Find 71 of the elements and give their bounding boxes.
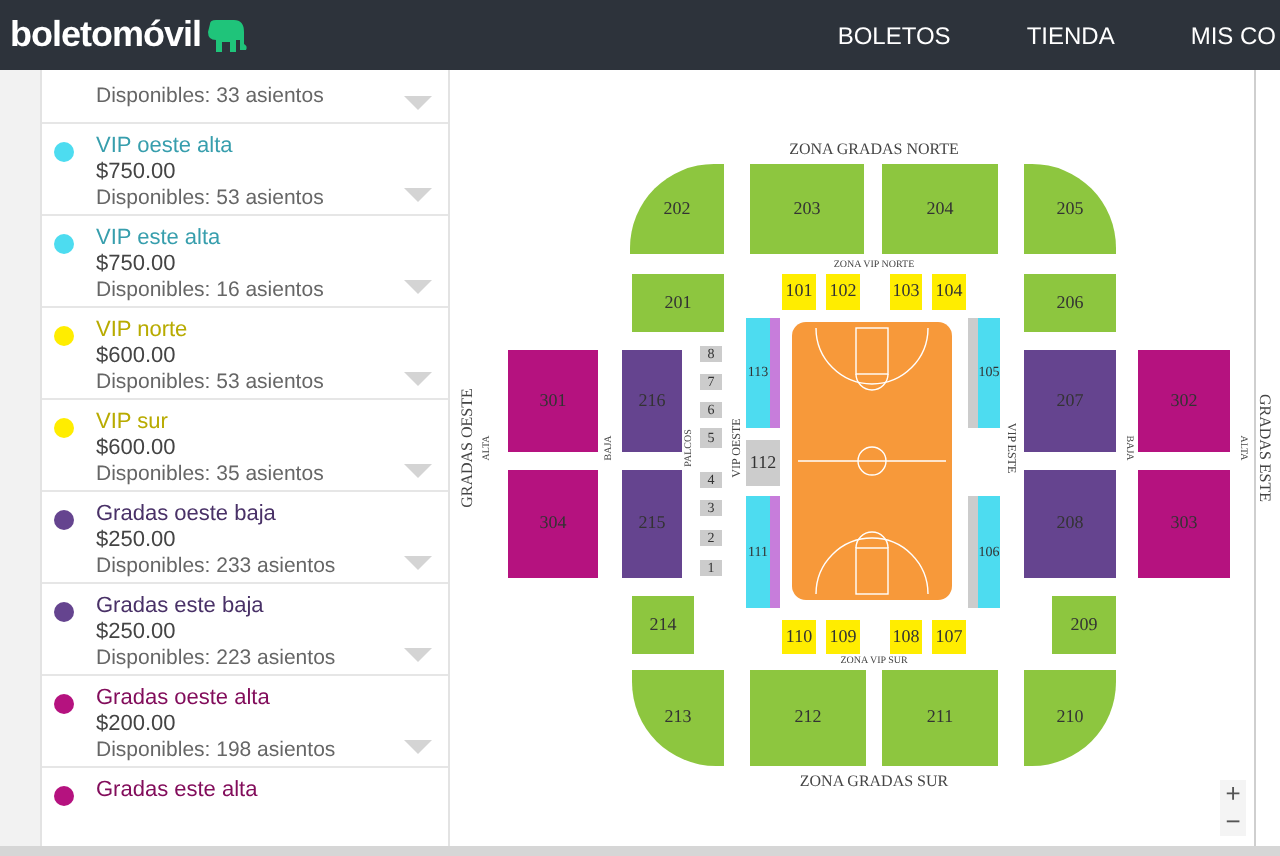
zone-list-item[interactable]: VIP norte $600.00 Disponibles: 53 asientos (42, 308, 448, 400)
seating-section[interactable]: 209 (1052, 596, 1116, 654)
seating-section[interactable]: 203 (750, 164, 864, 254)
zone-name: VIP norte (96, 318, 188, 344)
seating-section[interactable]: 104 (932, 274, 966, 310)
elephant-icon (203, 19, 248, 51)
zone-list-item[interactable]: Disponibles: 33 asientos (42, 70, 448, 124)
seating-section[interactable]: 202 (630, 164, 724, 254)
seating-section[interactable]: 213 (632, 670, 724, 766)
zoom-in-button[interactable]: + (1225, 780, 1241, 808)
zone-label: GRADAS ESTE (1256, 394, 1272, 502)
zone-availability: Disponibles: 33 asientos (96, 84, 324, 110)
zone-availability: Disponibles: 53 asientos (96, 370, 324, 396)
zone-price: $600.00 (96, 344, 178, 370)
seating-section[interactable]: 109 (826, 620, 860, 654)
zone-availability: Disponibles: 35 asientos (96, 462, 324, 488)
seating-section[interactable]: 112 (746, 440, 780, 486)
caret-icon (404, 464, 432, 478)
zone-list-item[interactable]: Gradas oeste baja $250.00 Disponibles: 233 asientos (42, 492, 448, 584)
seating-section[interactable]: 103 (890, 274, 922, 310)
zone-name: Gradas oeste alta (96, 686, 270, 712)
seating-section[interactable]: 212 (750, 670, 866, 766)
caret-icon (404, 556, 432, 570)
seating-section[interactable]: 214 (632, 596, 694, 654)
caret-icon (404, 188, 432, 202)
caret-icon (404, 280, 432, 294)
zone-price: $600.00 (96, 436, 178, 462)
zone-list-item[interactable]: Gradas oeste alta $200.00 Disponibles: 198 asientos (42, 676, 448, 768)
zone-availability: Disponibles: 16 asientos (96, 278, 324, 304)
seating-section[interactable]: 205 (1024, 164, 1116, 254)
nav-link[interactable]: BOLETOS (837, 17, 951, 53)
seating-section[interactable]: 102 (826, 274, 860, 310)
nav-link[interactable]: TIENDA (1026, 17, 1115, 53)
zone-price: $750.00 (96, 252, 178, 278)
zone-price: $200.00 (96, 712, 178, 738)
zone-label: ZONA GRADAS NORTE (789, 142, 959, 158)
seating-section[interactable]: 108 (890, 620, 922, 654)
zone-name: VIP sur (96, 410, 168, 436)
zone-price: $250.00 (96, 620, 178, 646)
zone-name: Gradas este alta (96, 778, 258, 804)
seating-section[interactable]: 211 (882, 670, 998, 766)
zoom-out-button[interactable]: − (1225, 808, 1241, 836)
zone-label: GRADAS OESTE (460, 388, 476, 508)
zone-name: VIP este alta (96, 226, 221, 252)
seating-section[interactable]: 201 (632, 274, 724, 332)
zone-availability: Disponibles: 53 asientos (96, 186, 324, 212)
zone-list-item[interactable]: VIP oeste alta $750.00 Disponibles: 53 asientos (42, 124, 448, 216)
caret-icon (404, 648, 432, 662)
zone-name: Gradas este baja (96, 594, 264, 620)
seating-section[interactable]: 110 (782, 620, 816, 654)
seating-section[interactable]: 206 (1024, 274, 1116, 332)
zone-name: VIP oeste alta (96, 134, 233, 160)
zone-price: $750.00 (96, 160, 178, 186)
zone-availability: Disponibles: 198 asientos (96, 738, 336, 764)
caret-icon (404, 740, 432, 754)
caret-icon (404, 372, 432, 386)
zone-list-item[interactable]: VIP este alta $750.00 Disponibles: 16 asientos (42, 216, 448, 308)
zone-label: ZONA GRADAS SUR (799, 774, 949, 790)
zone-list-item[interactable]: VIP sur $600.00 Disponibles: 35 asientos (42, 400, 448, 492)
zone-list-item[interactable]: Gradas este baja $250.00 Disponibles: 223 asientos (42, 584, 448, 676)
zone-availability: Disponibles: 233 asientos (96, 554, 336, 580)
zone-availability: Disponibles: 223 asientos (96, 646, 336, 672)
nav-link[interactable]: MIS CO (1190, 17, 1276, 53)
logo[interactable]: boletomóvil (10, 8, 202, 62)
seating-section[interactable]: 204 (882, 164, 998, 254)
zone-name: Gradas oeste baja (96, 502, 276, 528)
seating-section[interactable]: 210 (1024, 670, 1116, 766)
seating-section[interactable]: 107 (932, 620, 966, 654)
seating-section[interactable]: 101 (782, 274, 816, 310)
caret-icon (404, 96, 432, 110)
zone-price: $250.00 (96, 528, 178, 554)
